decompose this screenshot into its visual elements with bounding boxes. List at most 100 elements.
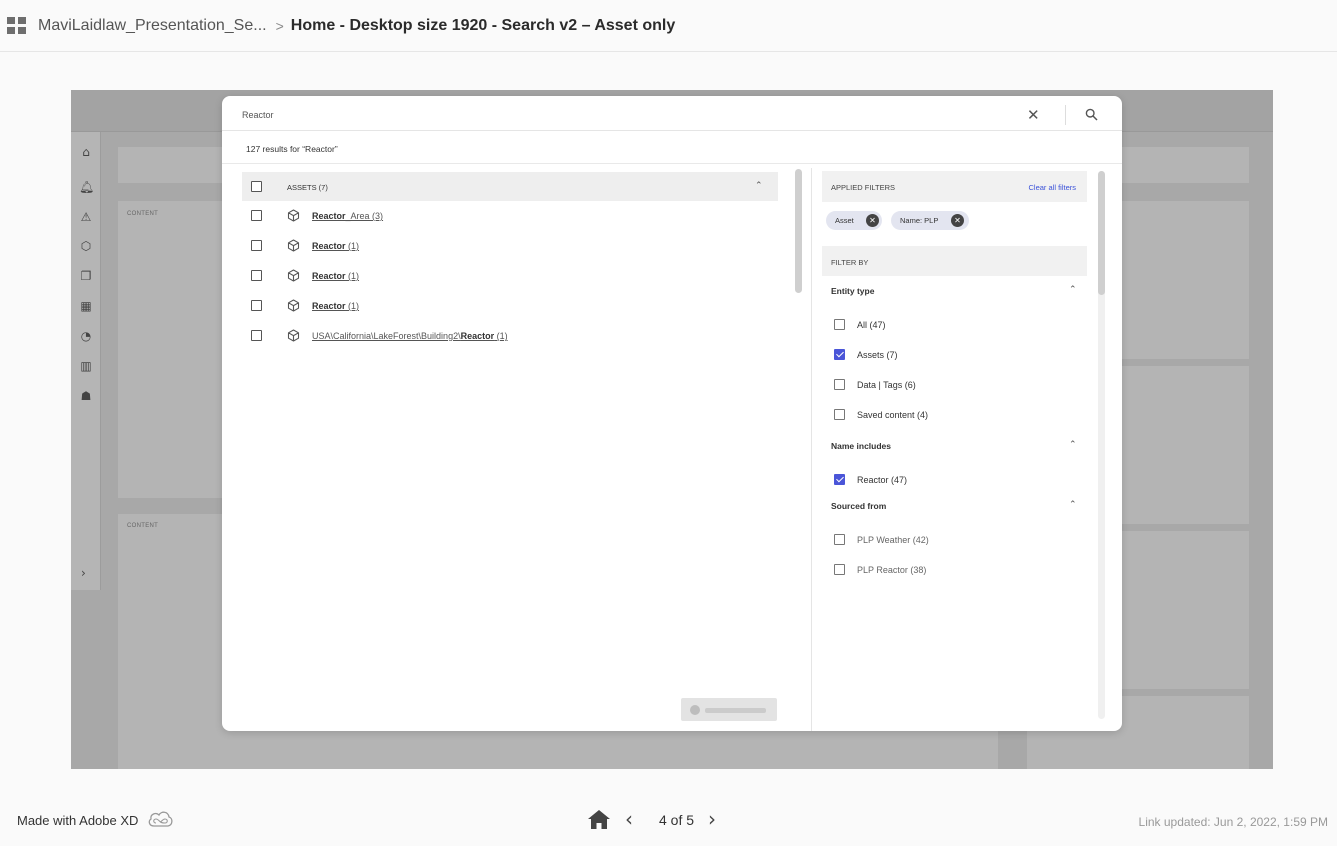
result-link[interactable]: USA\California\LakeForest\Building2\Reac…	[312, 331, 508, 341]
results-count: 127 results for “Reactor”	[246, 144, 338, 154]
result-link[interactable]: Reactor (1)	[312, 301, 359, 311]
next-page-button[interactable]: ›	[708, 807, 716, 831]
filter-option-label: PLP Weather (42)	[857, 535, 929, 545]
filter-option-label: PLP Reactor (38)	[857, 565, 927, 575]
grid-icon[interactable]	[7, 17, 26, 34]
filter-option-label: Reactor (47)	[857, 475, 908, 485]
filter-checkbox[interactable]	[834, 564, 845, 575]
previous-page-button[interactable]: ‹	[625, 807, 633, 831]
row-checkbox[interactable]	[251, 240, 262, 251]
chevron-up-icon[interactable]: ⌃	[1069, 500, 1077, 510]
search-input[interactable]: Reactor	[242, 110, 274, 120]
result-row[interactable]: Reactor (1)	[242, 231, 778, 261]
entity-type-title[interactable]: Entity type	[831, 286, 874, 296]
asset-cube-icon	[287, 329, 300, 342]
filter-option[interactable]: Data | Tags (6)	[831, 376, 1081, 396]
breadcrumb-page-title: Home - Desktop size 1920 - Search v2 – A…	[290, 16, 676, 34]
dashboard-icon[interactable]: ▦	[79, 299, 93, 313]
filter-option-label: Assets (7)	[857, 350, 898, 360]
bell-icon[interactable]: 🔔︎	[79, 180, 94, 194]
filter-option[interactable]: Saved content (4)	[831, 406, 1081, 426]
row-checkbox[interactable]	[251, 270, 262, 281]
prototype-artboard: ⌂ 🔔︎ ⚠ ⬡ ❐ ▦ ◔ ▥ ☗ › CONTENT CONTENT Rea…	[71, 90, 1273, 769]
filter-option[interactable]: PLP Reactor (38)	[831, 561, 1081, 581]
filter-option[interactable]: Reactor (47)	[831, 471, 1081, 491]
row-checkbox[interactable]	[251, 300, 262, 311]
filter-option[interactable]: Assets (7)	[831, 346, 1081, 366]
filter-checkbox[interactable]	[834, 379, 845, 390]
content-label: CONTENT	[127, 211, 159, 217]
filter-option-label: All (47)	[857, 320, 886, 330]
chip-label: Asset	[835, 216, 854, 225]
content-label: CONTENT	[127, 523, 159, 529]
row-checkbox[interactable]	[251, 330, 262, 341]
remove-chip-icon[interactable]: ✕	[866, 214, 879, 227]
loading-placeholder	[681, 698, 777, 721]
search-bar: Reactor ✕	[222, 96, 1122, 131]
filter-by-title: FILTER BY	[831, 258, 869, 267]
warning-icon[interactable]: ⚠	[79, 210, 93, 224]
copy-icon[interactable]: ❐	[79, 269, 93, 283]
assets-group-title: ASSETS (7)	[287, 183, 328, 192]
filter-by-header: FILTER BY	[822, 246, 1087, 276]
remove-chip-icon[interactable]: ✕	[951, 214, 964, 227]
result-row[interactable]: Reactor (1)	[242, 261, 778, 291]
page-indicator: 4 of 5	[659, 812, 695, 828]
home-icon[interactable]: ⌂	[79, 145, 93, 159]
rail-expand-icon[interactable]: ›	[81, 566, 86, 580]
filter-checkbox[interactable]	[834, 349, 845, 360]
result-link[interactable]: Reactor (1)	[312, 271, 359, 281]
panel-divider	[811, 168, 812, 731]
row-checkbox[interactable]	[251, 210, 262, 221]
filter-option[interactable]: PLP Weather (42)	[831, 531, 1081, 551]
link-updated-timestamp: Link updated: Jun 2, 2022, 1:59 PM	[1138, 815, 1328, 829]
filter-checkbox[interactable]	[834, 474, 845, 485]
bar-chart-icon[interactable]: ▥	[79, 359, 93, 373]
divider	[222, 163, 1122, 164]
chevron-up-icon[interactable]: ⌃	[755, 181, 763, 191]
applied-filters-header: APPLIED FILTERS Clear all filters	[822, 171, 1087, 202]
top-bar: MaviLaidlaw_Presentation_Se... > Home - …	[0, 0, 1337, 52]
search-modal: Reactor ✕ 127 results for “Reactor” ASSE…	[222, 96, 1122, 731]
asset-cube-icon	[287, 209, 300, 222]
chevron-up-icon[interactable]: ⌃	[1069, 285, 1077, 295]
filter-checkbox[interactable]	[834, 534, 845, 545]
result-link[interactable]: Reactor (1)	[312, 241, 359, 251]
gauge-icon[interactable]: ◔	[79, 329, 93, 343]
results-scrollbar[interactable]	[795, 169, 802, 293]
search-icon[interactable]	[1085, 108, 1098, 121]
filter-option[interactable]: All (47)	[831, 316, 1081, 336]
sourced-from-title[interactable]: Sourced from	[831, 501, 886, 511]
result-row[interactable]: USA\California\LakeForest\Building2\Reac…	[242, 321, 778, 351]
filter-checkbox[interactable]	[834, 409, 845, 420]
cube-icon[interactable]: ⬡	[79, 239, 93, 253]
result-row[interactable]: Reactor (1)	[242, 291, 778, 321]
filter-checkbox[interactable]	[834, 319, 845, 330]
left-rail: ⌂ 🔔︎ ⚠ ⬡ ❐ ▦ ◔ ▥ ☗ ›	[71, 132, 101, 590]
chevron-up-icon[interactable]: ⌃	[1069, 440, 1077, 450]
asset-cube-icon	[287, 239, 300, 252]
creative-cloud-icon	[148, 811, 173, 827]
asset-cube-icon	[287, 299, 300, 312]
assets-group-header[interactable]: ASSETS (7) ⌃	[242, 172, 778, 201]
breadcrumb-project[interactable]: MaviLaidlaw_Presentation_Se...	[38, 17, 267, 35]
clear-all-filters-link[interactable]: Clear all filters	[1028, 183, 1076, 192]
name-includes-title[interactable]: Name includes	[831, 441, 891, 451]
filter-option-label: Saved content (4)	[857, 410, 929, 420]
chip-label: Name: PLP	[900, 216, 939, 225]
breadcrumb-separator: >	[275, 17, 284, 34]
result-link[interactable]: Reactor_Area (3)	[312, 211, 383, 221]
filter-option-label: Data | Tags (6)	[857, 380, 916, 390]
filter-chip-name-plp: Name: PLP ✕	[891, 211, 969, 230]
select-all-assets-checkbox[interactable]	[251, 181, 262, 192]
search-divider	[1065, 105, 1066, 125]
asset-cube-icon	[287, 269, 300, 282]
made-with-adobe-xd: Made with Adobe XD	[17, 813, 139, 828]
user-group-icon[interactable]: ☗	[79, 389, 93, 403]
result-row[interactable]: Reactor_Area (3)	[242, 201, 778, 231]
filter-scrollbar[interactable]	[1098, 171, 1105, 295]
home-icon[interactable]	[587, 808, 611, 830]
filter-chip-asset: Asset ✕	[826, 211, 882, 230]
applied-filters-title: APPLIED FILTERS	[831, 183, 896, 192]
close-icon[interactable]: ✕	[1027, 106, 1040, 124]
